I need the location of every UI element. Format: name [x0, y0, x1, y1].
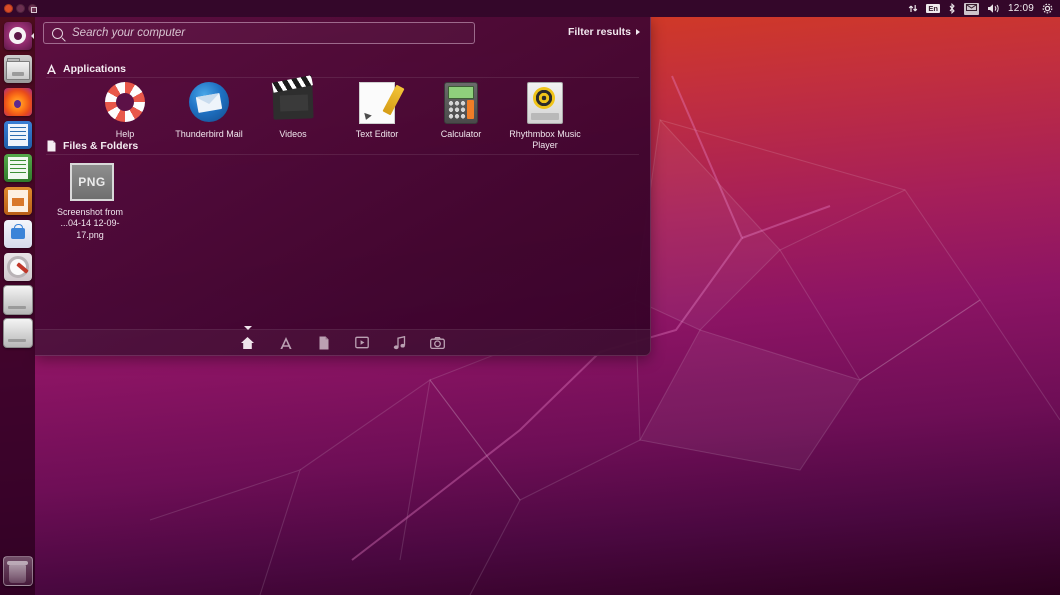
launcher-item-impress[interactable] [0, 184, 35, 217]
home-lens-icon[interactable] [240, 335, 256, 351]
applications-results-grid: Help Thunderbird Mail Videos Text Editor… [83, 81, 587, 152]
files-results-grid: PNG Screenshot from ...04-14 12-09-17.pn… [48, 159, 132, 241]
document-icon [46, 140, 57, 152]
clock[interactable]: 12:09 [1008, 3, 1034, 14]
bluetooth-icon[interactable] [948, 2, 956, 16]
result-item[interactable]: Videos [251, 81, 335, 152]
file-manager-icon [4, 55, 32, 83]
software-store-icon [4, 220, 32, 248]
launcher-item-files[interactable] [0, 52, 35, 85]
applications-icon [46, 63, 57, 75]
unity-dash: Search your computer Filter results Appl… [35, 17, 651, 356]
photos-lens-icon[interactable] [430, 335, 446, 351]
gear-icon[interactable] [1042, 2, 1053, 16]
group-header-files[interactable]: Files & Folders [46, 140, 138, 152]
group-divider [46, 77, 639, 78]
top-panel: En 12:09 [0, 0, 1060, 17]
envelope-icon[interactable] [964, 3, 979, 15]
system-settings-icon [4, 253, 32, 281]
desktop-screen: En 12:09 [0, 0, 1060, 595]
group-header-applications[interactable]: Applications [46, 63, 126, 75]
files-lens-icon[interactable] [316, 335, 332, 351]
speaker-volume-icon[interactable] [987, 2, 1000, 16]
launcher-item-firefox[interactable] [0, 85, 35, 118]
launcher-item-disk-2[interactable] [0, 316, 35, 349]
png-thumbnail-icon: PNG [69, 159, 111, 201]
launcher-trash-area [0, 554, 35, 595]
launcher-item-writer[interactable] [0, 118, 35, 151]
window-controls[interactable] [0, 4, 37, 13]
result-label: Screenshot from ...04-14 12-09-17.png [49, 207, 131, 241]
running-indicator [31, 33, 34, 39]
hard-disk-icon [3, 318, 33, 348]
result-label: Rhythmbox Music Player [504, 129, 586, 152]
launcher-item-calc[interactable] [0, 151, 35, 184]
result-item[interactable]: Thunderbird Mail [167, 81, 251, 152]
ubuntu-logo-icon [4, 22, 32, 50]
search-icon [52, 28, 63, 39]
result-item[interactable]: Text Editor [335, 81, 419, 152]
result-label: Thunderbird Mail [168, 129, 250, 140]
result-item[interactable]: Rhythmbox Music Player [503, 81, 587, 152]
libreoffice-calc-icon [4, 154, 32, 182]
hard-disk-icon [3, 285, 33, 315]
filter-results-button[interactable]: Filter results [568, 26, 640, 38]
unity-launcher [0, 17, 35, 595]
system-tray: En 12:09 [908, 2, 1060, 16]
launcher-item-software[interactable] [0, 217, 35, 250]
group-title: Applications [63, 63, 126, 75]
launcher-item-dash[interactable] [0, 19, 35, 52]
result-label: Help [84, 129, 166, 140]
group-title: Files & Folders [63, 140, 138, 152]
calculator-icon [440, 81, 482, 123]
rhythmbox-icon [524, 81, 566, 123]
launcher-item-settings[interactable] [0, 250, 35, 283]
png-thumbnail-label: PNG [70, 163, 114, 201]
network-upload-download-icon[interactable] [908, 2, 918, 16]
group-divider [46, 154, 639, 155]
dash-lens-bar [35, 329, 650, 355]
result-item[interactable]: PNG Screenshot from ...04-14 12-09-17.pn… [48, 159, 132, 241]
result-label: Calculator [420, 129, 502, 140]
filter-results-label: Filter results [568, 26, 631, 38]
video-lens-icon[interactable] [354, 335, 370, 351]
close-button[interactable] [4, 4, 13, 13]
videos-clapperboard-icon [272, 81, 314, 123]
search-input[interactable]: Search your computer [43, 22, 475, 44]
launcher-item-trash[interactable] [0, 554, 35, 587]
applications-lens-icon[interactable] [278, 335, 294, 351]
libreoffice-writer-icon [4, 121, 32, 149]
maximize-button[interactable] [28, 4, 37, 13]
launcher-item-disk-1[interactable] [0, 283, 35, 316]
search-placeholder: Search your computer [72, 27, 185, 39]
keyboard-layout-indicator[interactable]: En [926, 4, 940, 14]
minimize-button[interactable] [16, 4, 25, 13]
result-label: Videos [252, 129, 334, 140]
trash-icon [3, 556, 33, 586]
triangle-right-icon [636, 29, 640, 35]
firefox-icon [4, 88, 32, 116]
result-item[interactable]: Calculator [419, 81, 503, 152]
help-lifebuoy-icon [104, 81, 146, 123]
text-editor-icon [356, 81, 398, 123]
result-label: Text Editor [336, 129, 418, 140]
libreoffice-impress-icon [4, 187, 32, 215]
thunderbird-icon [188, 81, 230, 123]
music-lens-icon[interactable] [392, 335, 408, 351]
launcher-items [0, 17, 35, 349]
